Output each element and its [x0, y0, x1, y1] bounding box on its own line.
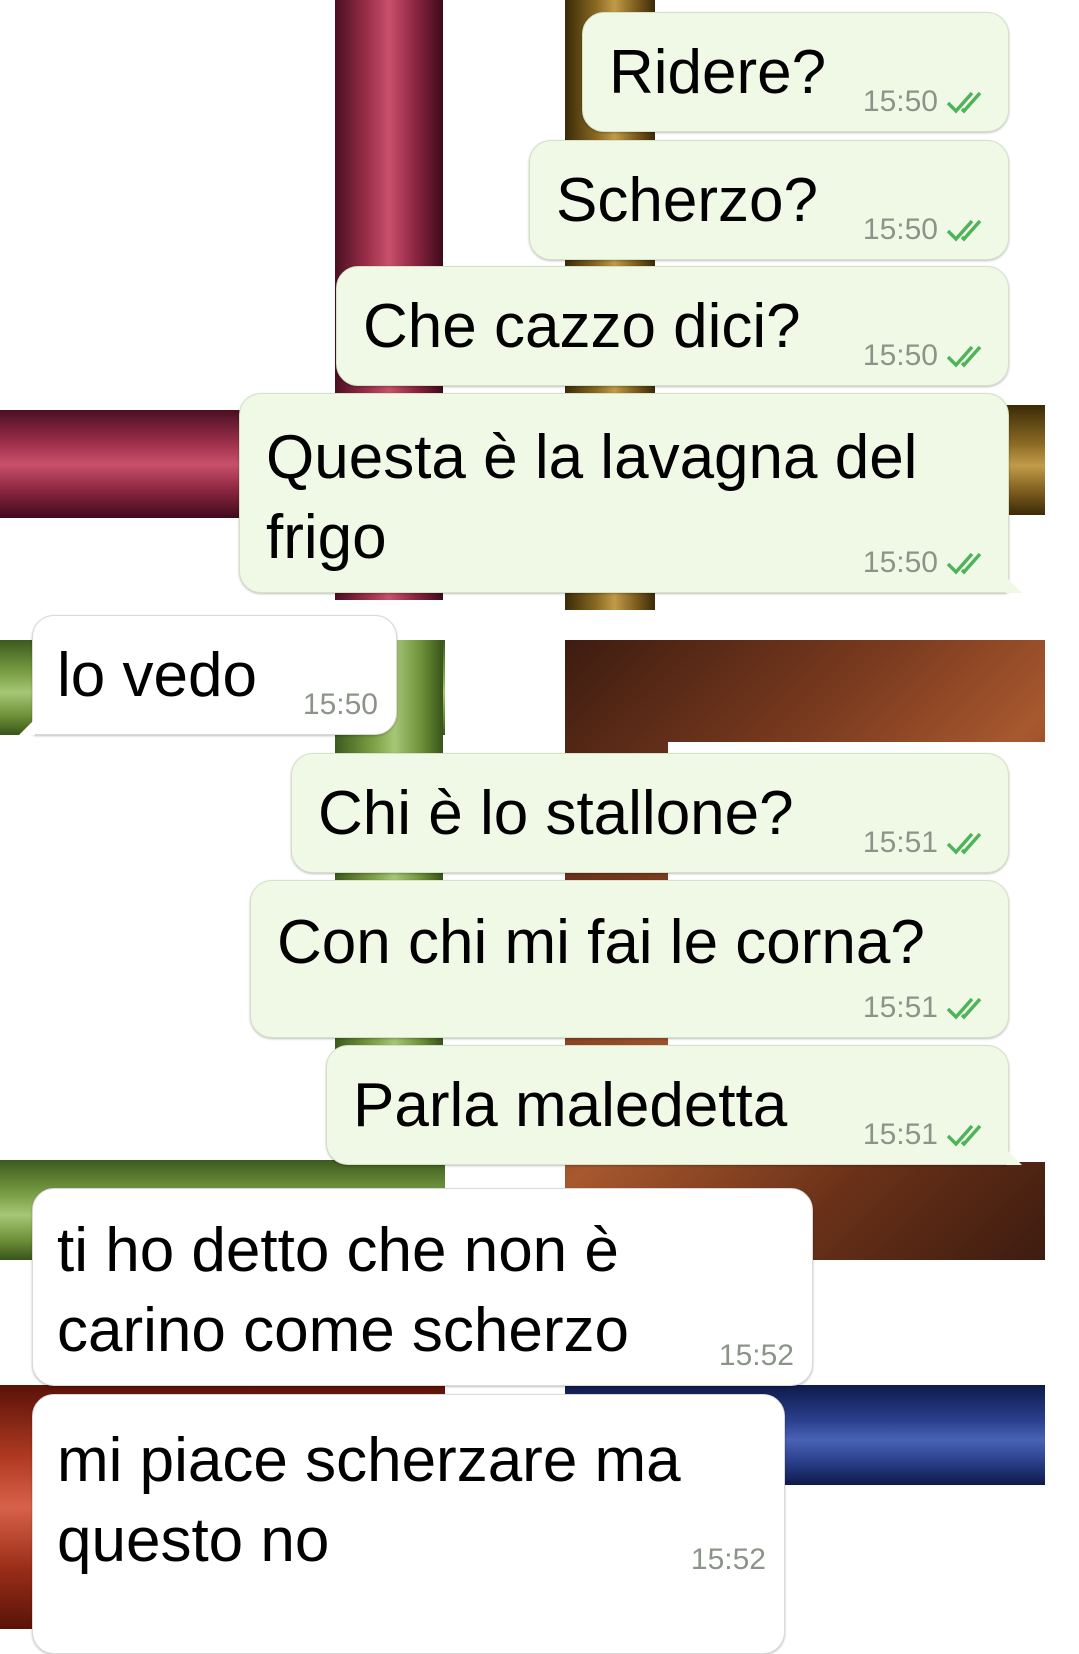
- message-time: 15:50: [302, 688, 378, 721]
- message-meta: 15:51: [863, 1118, 990, 1152]
- message-text: Ridere?: [609, 38, 827, 107]
- message-meta: 15:51: [863, 826, 990, 860]
- message-time: 15:50: [862, 85, 938, 118]
- message-time: 15:50: [862, 213, 938, 246]
- message-text-line: mi piace scherzare ma: [57, 1426, 681, 1495]
- message-text: Con chi mi fai le corna?: [277, 908, 925, 977]
- double-check-icon: [946, 219, 982, 242]
- message-bubble-incoming[interactable]: lo vedo 15:50: [19, 615, 397, 735]
- message-meta: 15:50: [863, 213, 990, 247]
- message-bubble-outgoing[interactable]: Parla maledetta 15:51: [326, 1045, 1022, 1165]
- message-time: 15:51: [862, 826, 938, 859]
- message-meta: 15:52: [691, 1543, 766, 1577]
- message-time: 15:52: [690, 1543, 766, 1576]
- message-bubble-outgoing[interactable]: Ridere? 15:50: [582, 12, 1009, 132]
- double-check-icon: [946, 1124, 982, 1147]
- message-time: 15:52: [718, 1339, 794, 1372]
- message-text-line: carino come scherzo: [57, 1296, 630, 1365]
- message-bubble-outgoing[interactable]: Scherzo? 15:50: [529, 140, 1009, 260]
- message-text: Parla maledetta: [353, 1071, 788, 1140]
- message-time: 15:50: [862, 339, 938, 372]
- message-time: 15:50: [862, 546, 938, 579]
- message-text-line: Questa è la lavagna del: [266, 423, 918, 492]
- double-check-icon: [946, 345, 982, 368]
- message-bubble-outgoing[interactable]: Che cazzo dici? 15:50: [336, 266, 1009, 386]
- message-text: Che cazzo dici?: [363, 292, 801, 361]
- double-check-icon: [946, 552, 982, 575]
- message-text: Scherzo?: [556, 166, 818, 235]
- message-text: lo vedo: [57, 641, 257, 710]
- double-check-icon: [946, 832, 982, 855]
- message-bubble-incoming[interactable]: ti ho detto che non è carino come scherz…: [32, 1188, 813, 1386]
- message-text-line: ti ho detto che non è: [57, 1216, 619, 1285]
- message-bubble-outgoing[interactable]: Chi è lo stallone? 15:51: [291, 753, 1009, 873]
- message-text: Chi è lo stallone?: [318, 779, 794, 848]
- message-time: 15:51: [862, 991, 938, 1024]
- message-bubble-outgoing[interactable]: Questa è la lavagna del frigo 15:50: [239, 393, 1022, 593]
- message-time: 15:51: [862, 1118, 938, 1151]
- message-bubble-outgoing[interactable]: Con chi mi fai le corna? 15:51: [250, 880, 1009, 1038]
- double-check-icon: [946, 997, 982, 1020]
- message-meta: 15:52: [719, 1339, 794, 1373]
- message-text-line: frigo: [266, 503, 387, 572]
- message-meta: 15:50: [863, 546, 990, 580]
- message-meta: 15:51: [863, 991, 990, 1025]
- message-text-line: questo no: [57, 1506, 330, 1575]
- message-bubble-incoming[interactable]: mi piace scherzare ma questo no 15:52: [32, 1394, 785, 1654]
- message-meta: 15:50: [863, 339, 990, 373]
- message-meta: 15:50: [303, 688, 378, 722]
- message-meta: 15:50: [863, 85, 990, 119]
- double-check-icon: [946, 91, 982, 114]
